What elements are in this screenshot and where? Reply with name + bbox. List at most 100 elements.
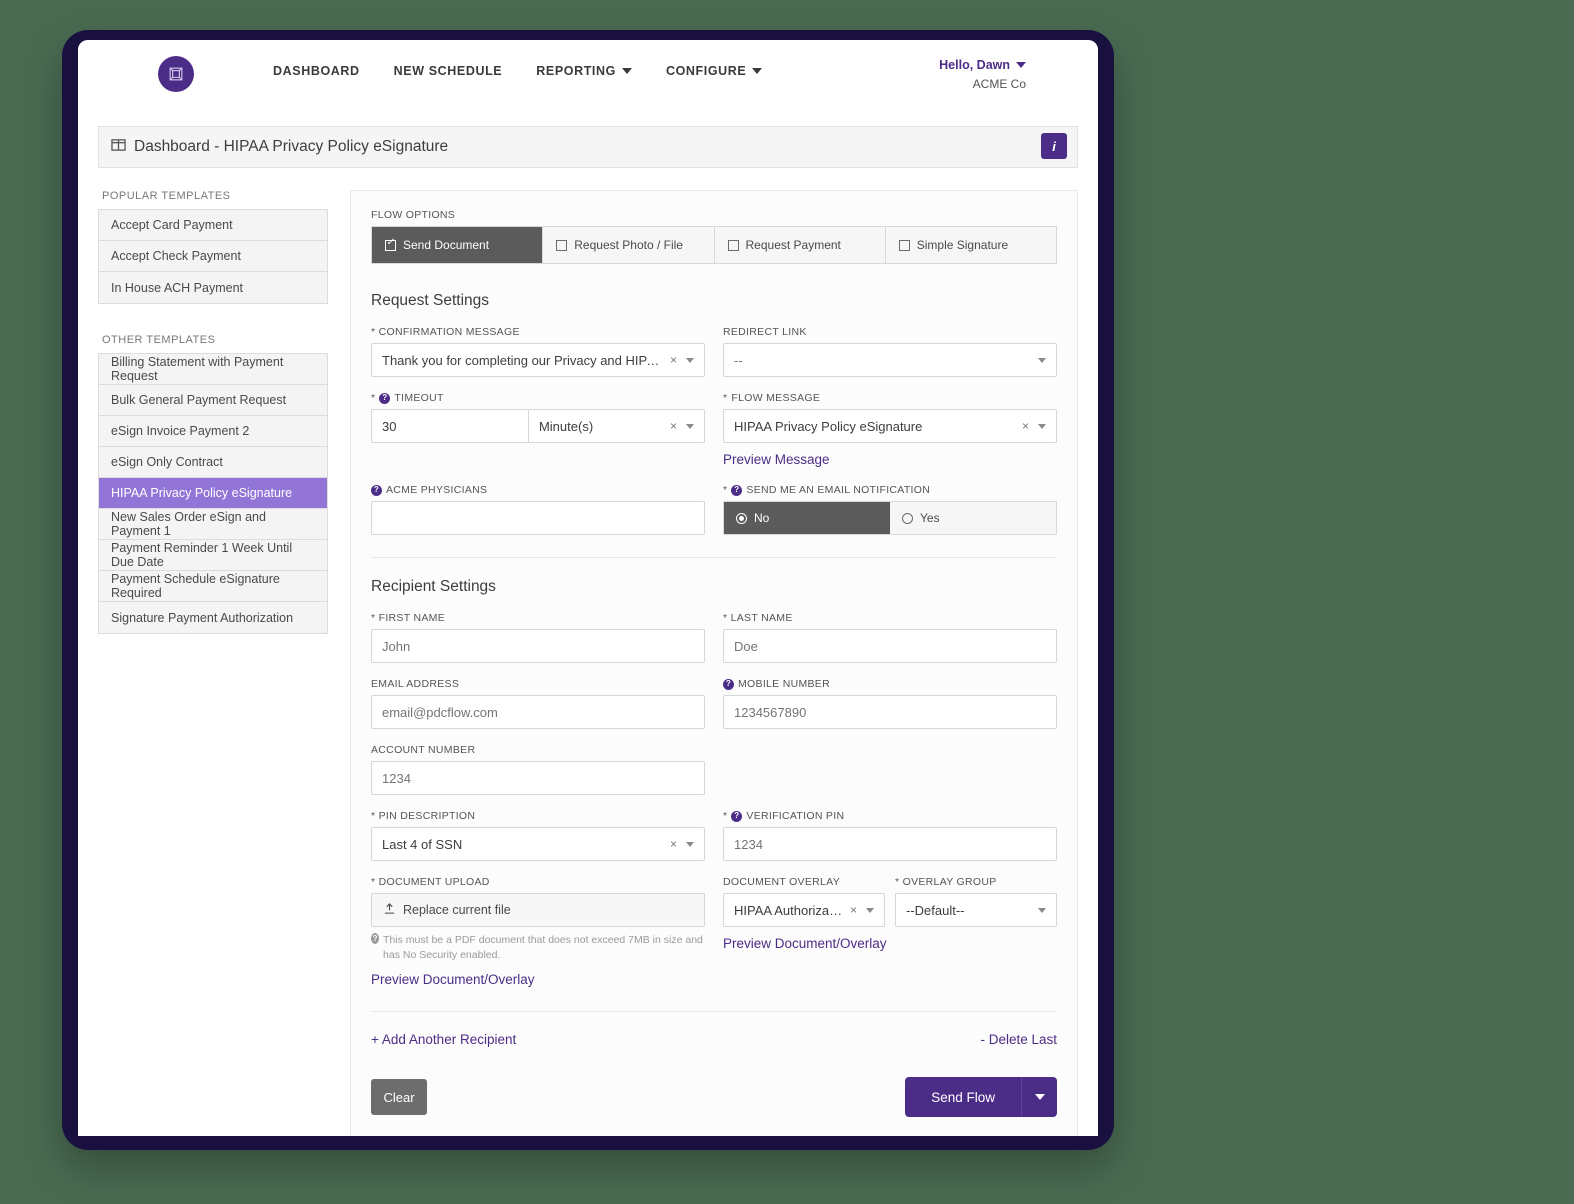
help-icon[interactable]: ?	[371, 484, 382, 496]
nav-item-configure[interactable]: CONFIGURE	[665, 64, 763, 78]
email-address-label: EMAIL ADDRESS	[371, 678, 460, 690]
add-recipient-link[interactable]: + Add Another Recipient	[371, 1032, 516, 1047]
pin-description-value: Last 4 of SSN	[382, 836, 463, 852]
user-greeting[interactable]: Hello, Dawn	[939, 58, 1026, 72]
radio-icon	[736, 512, 747, 524]
clear-icon[interactable]: ×	[670, 837, 677, 851]
list-item[interactable]: New Sales Order eSign and Payment 1	[99, 509, 327, 540]
nav-item-reporting[interactable]: REPORTING	[536, 64, 632, 78]
radio-option-no[interactable]: No	[724, 502, 890, 534]
acme-physicians-input[interactable]	[371, 501, 705, 535]
preview-document-overlay-link-left[interactable]: Preview Document/Overlay	[371, 972, 535, 987]
help-icon[interactable]: ?	[379, 392, 391, 404]
chevron-down-icon	[1034, 1094, 1045, 1101]
list-item[interactable]: Billing Statement with Payment Request	[99, 354, 327, 385]
send-flow-dropdown[interactable]	[1021, 1077, 1057, 1118]
list-item[interactable]: Bulk General Payment Request	[99, 385, 327, 416]
list-item[interactable]: In House ACH Payment	[99, 272, 327, 303]
document-upload-hint: ? This must be a PDF document that does …	[371, 933, 705, 963]
radio-option-yes[interactable]: Yes	[890, 502, 1056, 534]
clear-icon[interactable]: ×	[850, 903, 857, 917]
confirmation-message-label: * CONFIRMATION MESSAGE	[371, 326, 520, 338]
clear-icon[interactable]: ×	[1022, 419, 1029, 433]
redirect-link-value: --	[734, 352, 743, 368]
list-item[interactable]: Accept Card Payment	[99, 210, 327, 241]
help-icon[interactable]: ?	[731, 810, 743, 822]
document-upload-label: * DOCUMENT UPLOAD	[371, 876, 490, 888]
screenshot-stage: DASHBOARD NEW SCHEDULE REPORTING CONFIGU…	[0, 0, 1574, 1204]
list-item[interactable]: Payment Schedule eSignature Required	[99, 571, 327, 602]
delete-last-link[interactable]: - Delete Last	[980, 1032, 1057, 1047]
tab-request-photo-file[interactable]: Request Photo / File	[543, 227, 715, 263]
flow-message-select[interactable]: HIPAA Privacy Policy eSignature ×	[723, 409, 1057, 443]
replace-file-button[interactable]: Replace current file	[371, 893, 705, 927]
page-title-bar: Dashboard - HIPAA Privacy Policy eSignat…	[98, 126, 1078, 168]
preview-message-link[interactable]: Preview Message	[723, 452, 830, 467]
list-item[interactable]: Accept Check Payment	[99, 241, 327, 272]
help-icon[interactable]: ?	[731, 484, 743, 496]
checkbox-icon	[556, 239, 568, 251]
flow-options-heading: FLOW OPTIONS	[371, 209, 456, 221]
tab-send-document[interactable]: Send Document	[372, 227, 544, 263]
checkbox-icon	[385, 237, 396, 251]
nav-label: NEW SCHEDULE	[393, 64, 503, 78]
columns-layout-icon	[111, 138, 126, 157]
field-acme-physicians: ? ACME PHYSICIANS	[371, 484, 705, 535]
timeout-value-input[interactable]: 30	[371, 409, 528, 443]
list-item[interactable]: Signature Payment Authorization	[99, 602, 327, 633]
nav-item-dashboard[interactable]: DASHBOARD	[273, 64, 360, 78]
chevron-down-icon	[866, 907, 874, 913]
list-item[interactable]: eSign Only Contract	[99, 447, 327, 478]
row-pin: * PIN DESCRIPTION Last 4 of SSN × * ? VE…	[371, 810, 1057, 861]
document-overlay-select[interactable]: HIPAA Authorizatio... ×	[723, 893, 885, 927]
overlay-group-value: --Default--	[906, 902, 965, 918]
tab-label: Request Payment	[745, 238, 841, 252]
email-address-input[interactable]	[371, 695, 705, 729]
field-overlay-group-wrapper: DOCUMENT OVERLAY HIPAA Authorizatio... ×	[723, 876, 1057, 989]
field-mobile-number: ? MOBILE NUMBER	[723, 678, 1057, 729]
clear-button[interactable]: Clear	[371, 1079, 427, 1116]
account-number-input[interactable]	[371, 761, 705, 795]
field-overlay-group: * OVERLAY GROUP --Default--	[895, 876, 1057, 927]
list-item[interactable]: eSign Invoice Payment 2	[99, 416, 327, 447]
timeout-unit-select[interactable]: Minute(s) ×	[527, 409, 705, 443]
redirect-link-select[interactable]: --	[723, 343, 1057, 377]
radio-icon	[902, 512, 913, 524]
field-document-upload: * DOCUMENT UPLOAD Replace current file ?…	[371, 876, 705, 989]
field-flow-message: * FLOW MESSAGE HIPAA Privacy Policy eSig…	[723, 392, 1057, 469]
cube-logo-icon[interactable]	[158, 56, 194, 92]
clear-icon[interactable]: ×	[670, 419, 677, 433]
list-item-selected[interactable]: HIPAA Privacy Policy eSignature	[99, 478, 327, 509]
send-flow-button[interactable]: Send Flow	[905, 1077, 1057, 1118]
tab-request-payment[interactable]: Request Payment	[714, 227, 886, 263]
nav-item-new-schedule[interactable]: NEW SCHEDULE	[394, 64, 503, 78]
clear-icon[interactable]: ×	[670, 353, 677, 367]
mobile-number-input[interactable]	[723, 695, 1057, 729]
overlay-fields-row: DOCUMENT OVERLAY HIPAA Authorizatio... ×	[723, 876, 1057, 927]
list-item[interactable]: Payment Reminder 1 Week Until Due Date	[99, 540, 327, 571]
document-overlay-label: DOCUMENT OVERLAY	[723, 876, 841, 888]
user-menu[interactable]: Hello, Dawn ACME Co	[939, 58, 1026, 91]
verification-pin-label: * ? VERIFICATION PIN	[723, 810, 845, 822]
row-confirmation-redirect: * CONFIRMATION MESSAGE Thank you for com…	[371, 326, 1057, 377]
chevron-down-icon	[621, 68, 632, 74]
request-settings-title: Request Settings	[371, 292, 490, 309]
preview-document-overlay-link-right[interactable]: Preview Document/Overlay	[723, 936, 887, 951]
page-title: Dashboard - HIPAA Privacy Policy eSignat…	[111, 138, 448, 157]
verification-pin-input[interactable]	[723, 827, 1057, 861]
first-name-input[interactable]	[371, 629, 705, 663]
tab-simple-signature[interactable]: Simple Signature	[885, 227, 1056, 263]
confirmation-message-select[interactable]: Thank you for completing our Privacy and…	[371, 343, 705, 377]
pin-description-select[interactable]: Last 4 of SSN ×	[371, 827, 705, 861]
help-icon[interactable]: ?	[723, 678, 734, 690]
timeout-unit-value: Minute(s)	[538, 418, 594, 434]
acme-physicians-label: ? ACME PHYSICIANS	[371, 484, 705, 496]
overlay-group-select[interactable]: --Default--	[895, 893, 1057, 927]
last-name-input[interactable]	[723, 629, 1057, 663]
nav-label: CONFIGURE	[665, 64, 747, 78]
info-button[interactable]: i	[1041, 133, 1067, 159]
email-notification-toggle: No Yes	[723, 501, 1057, 535]
content-area: POPULAR TEMPLATES Accept Card Payment Ac…	[78, 168, 1098, 1136]
timeout-label: * ? TIMEOUT	[371, 392, 444, 404]
radio-label: No	[754, 511, 770, 525]
